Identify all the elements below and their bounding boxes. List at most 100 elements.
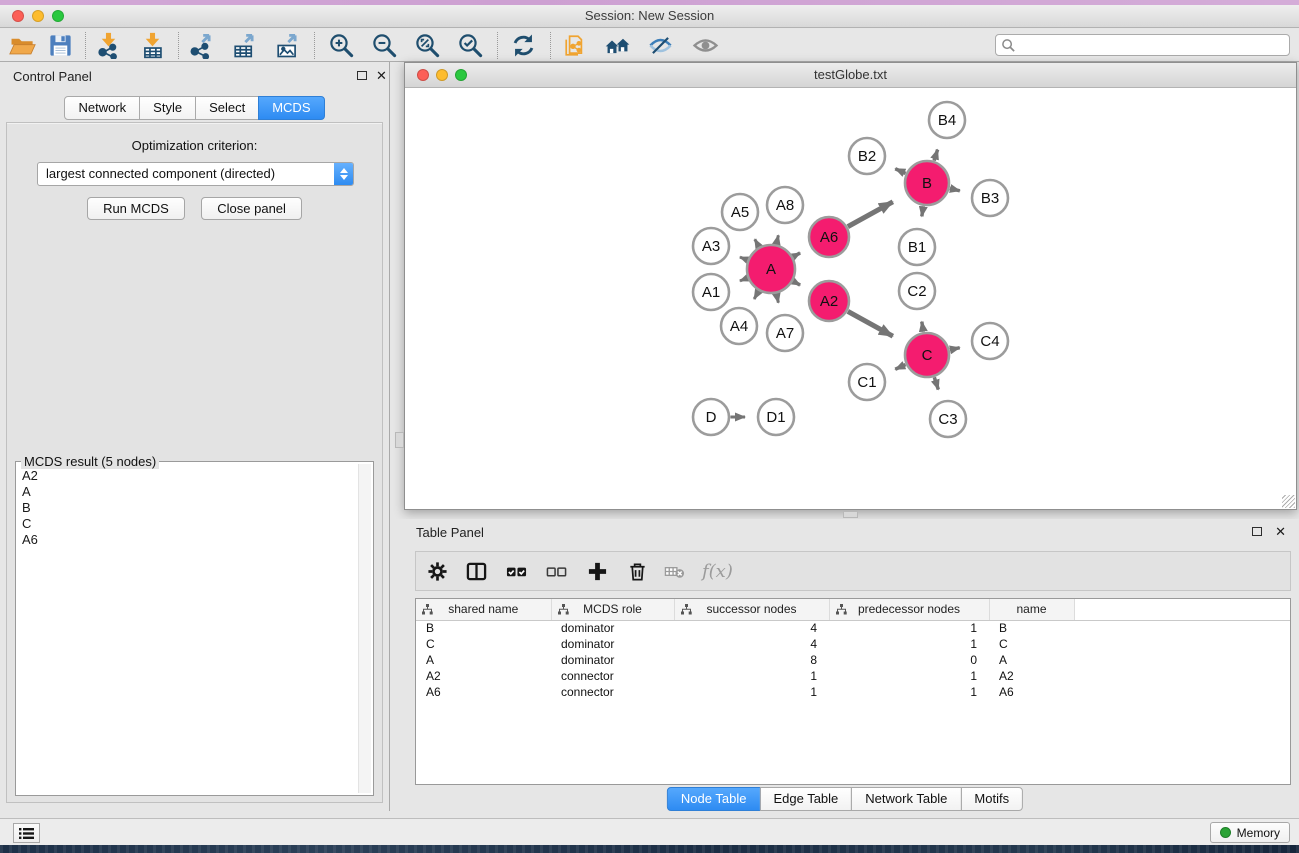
tab-style[interactable]: Style — [139, 96, 196, 120]
network-canvas[interactable]: B4B2BB3A5A8A6B1A3AC2A1A2A4A7C4CC1C3DD1 — [405, 89, 1296, 509]
table-cell[interactable]: 1 — [829, 668, 989, 684]
zoom-traffic-light[interactable] — [455, 69, 467, 81]
home-icon[interactable] — [603, 31, 632, 60]
column-header-shared-name[interactable]: shared name — [416, 599, 551, 620]
tab-network[interactable]: Network — [64, 96, 140, 120]
graph-node-A2[interactable]: A2 — [809, 281, 849, 321]
graph-edge-B-B3[interactable] — [950, 188, 960, 190]
graph-edge-A-A3[interactable] — [740, 257, 747, 260]
zoom-in-icon[interactable] — [327, 31, 356, 60]
zoom-traffic-light[interactable] — [52, 10, 64, 22]
column-header-predecessor-nodes[interactable]: predecessor nodes — [829, 599, 989, 620]
table-row[interactable]: A2connector11A2 — [416, 668, 1290, 684]
table-cell[interactable]: 1 — [829, 684, 989, 700]
split-handle-vertical[interactable] — [395, 432, 404, 448]
refresh-layout-icon[interactable] — [509, 31, 538, 60]
graph-node-C3[interactable]: C3 — [930, 401, 966, 437]
graph-edge-A-A2[interactable] — [793, 281, 800, 285]
network-window-titlebar[interactable]: testGlobe.txt — [405, 63, 1296, 88]
table-cell[interactable]: 4 — [674, 620, 829, 636]
table-row[interactable]: Bdominator41B — [416, 620, 1290, 636]
delete-row-trash-icon[interactable] — [625, 559, 649, 583]
table-cell[interactable]: 1 — [829, 636, 989, 652]
close-traffic-light[interactable] — [417, 69, 429, 81]
graph-edge-B-B1[interactable] — [922, 206, 924, 216]
graph-node-B4[interactable]: B4 — [929, 102, 965, 138]
minimize-traffic-light[interactable] — [32, 10, 44, 22]
table-cell[interactable]: dominator — [551, 652, 674, 668]
graph-edge-C-C2[interactable] — [922, 322, 924, 332]
graph-edge-A-A6[interactable] — [793, 253, 800, 257]
graph-node-B3[interactable]: B3 — [972, 180, 1008, 216]
graph-node-A[interactable]: A — [747, 245, 795, 293]
result-item[interactable]: B — [22, 500, 353, 516]
hide-panel-eye-icon[interactable] — [646, 31, 675, 60]
table-cell[interactable]: dominator — [551, 636, 674, 652]
zoom-selected-icon[interactable] — [456, 31, 485, 60]
table-cell[interactable]: A2 — [416, 668, 551, 684]
graph-edge-B-B4[interactable] — [934, 150, 938, 161]
graph-edge-A-A8[interactable] — [776, 235, 778, 244]
tab-node-table[interactable]: Node Table — [667, 787, 761, 811]
table-cell[interactable]: dominator — [551, 620, 674, 636]
unselect-all-icon[interactable] — [544, 559, 568, 583]
table-row[interactable]: Cdominator41C — [416, 636, 1290, 652]
column-header-name[interactable]: name — [989, 599, 1074, 620]
graph-edge-C-C3[interactable] — [934, 377, 938, 389]
graph-node-A1[interactable]: A1 — [693, 274, 729, 310]
show-panel-eye-icon[interactable] — [691, 31, 720, 60]
graph-edge-A-A5[interactable] — [755, 239, 759, 246]
search-input[interactable] — [1016, 37, 1289, 53]
graph-edge-C-C4[interactable] — [950, 348, 960, 350]
window-resize-grip[interactable] — [1282, 495, 1295, 508]
graph-node-A4[interactable]: A4 — [721, 308, 757, 344]
table-row[interactable]: A6connector11A6 — [416, 684, 1290, 700]
graph-node-B1[interactable]: B1 — [899, 229, 935, 265]
import-table-icon[interactable] — [138, 31, 167, 60]
table-cell[interactable]: 1 — [674, 668, 829, 684]
graph-node-A5[interactable]: A5 — [722, 194, 758, 230]
duplicate-network-icon[interactable] — [561, 31, 590, 60]
window-titlebar[interactable]: Session: New Session — [0, 5, 1299, 28]
table-cell[interactable]: 1 — [829, 620, 989, 636]
close-panel-icon[interactable]: ✕ — [376, 71, 387, 81]
graph-node-C[interactable]: C — [905, 333, 949, 377]
add-row-plus-icon[interactable] — [585, 559, 609, 583]
graph-edge-A-A1[interactable] — [740, 278, 747, 281]
close-panel-icon[interactable]: ✕ — [1275, 527, 1286, 537]
minimize-traffic-light[interactable] — [436, 69, 448, 81]
tab-motifs[interactable]: Motifs — [960, 787, 1023, 811]
graph-edge-A-A7[interactable] — [776, 294, 778, 303]
float-panel-icon[interactable] — [1252, 527, 1262, 536]
table-cell[interactable]: A6 — [416, 684, 551, 700]
result-item[interactable]: A6 — [22, 532, 353, 548]
tab-edge-table[interactable]: Edge Table — [759, 787, 852, 811]
zoom-fit-icon[interactable] — [413, 31, 442, 60]
delete-table-icon[interactable] — [662, 559, 686, 583]
table-cell[interactable]: A — [989, 652, 1074, 668]
result-item[interactable]: A — [22, 484, 353, 500]
graph-edge-C-C1[interactable] — [895, 365, 905, 370]
table-cell[interactable]: A — [416, 652, 551, 668]
close-panel-button[interactable]: Close panel — [201, 197, 302, 220]
graph-node-A6[interactable]: A6 — [809, 217, 849, 257]
table-cell[interactable]: B — [989, 620, 1074, 636]
table-row[interactable]: Adominator80A — [416, 652, 1290, 668]
graph-node-D1[interactable]: D1 — [758, 399, 794, 435]
column-header-successor-nodes[interactable]: successor nodes — [674, 599, 829, 620]
table-cell[interactable]: B — [416, 620, 551, 636]
graph-node-D[interactable]: D — [693, 399, 729, 435]
select-all-icon[interactable] — [504, 559, 528, 583]
memory-button[interactable]: Memory — [1210, 822, 1290, 843]
graph-edge-A6-B[interactable] — [848, 202, 893, 227]
graph-node-B[interactable]: B — [905, 161, 949, 205]
tab-mcds[interactable]: MCDS — [258, 96, 324, 120]
table-cell[interactable]: 1 — [674, 684, 829, 700]
table-cell[interactable]: 4 — [674, 636, 829, 652]
split-handle-horizontal[interactable] — [843, 511, 858, 518]
table-cell[interactable]: A6 — [989, 684, 1074, 700]
result-item[interactable]: A2 — [22, 468, 353, 484]
graph-node-B2[interactable]: B2 — [849, 138, 885, 174]
graph-edge-A-A4[interactable] — [754, 291, 758, 299]
save-icon[interactable] — [46, 31, 75, 60]
